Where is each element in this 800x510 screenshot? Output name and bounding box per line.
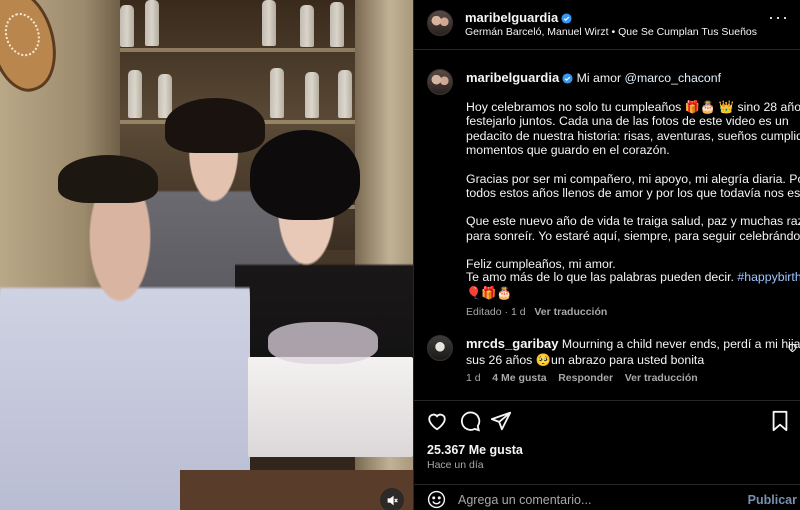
author-username[interactable]: maribelguardia bbox=[465, 10, 558, 25]
comment-line: mrcds_garibay Mourning a child never end… bbox=[466, 336, 800, 352]
share-button[interactable] bbox=[490, 410, 512, 432]
bottle bbox=[338, 70, 352, 118]
comment-line: sus 26 años 🥺un abrazo para usted bonita bbox=[466, 353, 705, 367]
caption-line: momentos que guardo en el corazón. bbox=[466, 142, 670, 157]
separator-dot: · bbox=[504, 306, 509, 318]
author-row: maribelguardia bbox=[465, 9, 572, 27]
caption-mention-link[interactable]: @marco_chaconf bbox=[624, 71, 721, 85]
comments-area: maribelguardia Mi amor @marco_chaconf Ho… bbox=[414, 51, 800, 391]
bottle bbox=[145, 0, 159, 46]
person-hair bbox=[165, 98, 265, 153]
commenter-username[interactable]: mrcds_garibay bbox=[466, 336, 559, 351]
more-options-icon: ··· bbox=[768, 7, 789, 27]
post-side-panel: maribelguardia Germán Barceló, Manuel Wi… bbox=[413, 0, 800, 510]
reply-link[interactable]: Responder bbox=[558, 372, 613, 384]
comment-button[interactable] bbox=[459, 410, 481, 432]
commenter-avatar[interactable] bbox=[427, 335, 453, 361]
comment-likes[interactable]: 4 Me gusta bbox=[492, 372, 546, 384]
bottle bbox=[330, 2, 344, 47]
caption-line: todos estos años llenos de amor y por lo… bbox=[466, 185, 800, 200]
gift-ribbon bbox=[268, 322, 378, 364]
comment-like-icon[interactable] bbox=[787, 342, 798, 353]
likes-count[interactable]: 25.367 Me gusta bbox=[427, 443, 523, 457]
comment-input[interactable] bbox=[458, 493, 738, 507]
caption-line: Te amo más de lo que las palabras pueden… bbox=[466, 270, 734, 284]
caption-author-username[interactable]: maribelguardia bbox=[466, 70, 559, 85]
music-title[interactable]: Que Se Cumplan Tus Sueños bbox=[618, 26, 757, 38]
verified-badge-icon bbox=[562, 73, 573, 84]
publish-button[interactable]: Publicar bbox=[748, 493, 797, 507]
tagged-people[interactable]: Germán Barceló, Manuel Wirzt bbox=[465, 26, 609, 38]
caption-last-line: Te amo más de lo que las palabras pueden… bbox=[466, 269, 800, 285]
mute-icon bbox=[387, 495, 398, 505]
caption-author-avatar[interactable] bbox=[427, 69, 453, 95]
table bbox=[180, 470, 413, 510]
like-button[interactable] bbox=[426, 410, 448, 432]
person-man bbox=[0, 160, 250, 510]
post-header: maribelguardia Germán Barceló, Manuel Wi… bbox=[414, 0, 800, 50]
bottle bbox=[305, 72, 319, 118]
more-options-button[interactable]: ··· bbox=[768, 8, 789, 26]
comment-age: 1 d bbox=[466, 372, 481, 384]
caption-line: para sonreír. Yo estaré aquí, siempre, p… bbox=[466, 228, 800, 243]
separator-dot: • bbox=[611, 26, 616, 38]
shelf-edge bbox=[110, 48, 370, 52]
comment-meta: 1 d 4 Me gusta Responder Ver traducción bbox=[466, 372, 698, 384]
post-time: Hace un día bbox=[427, 459, 484, 471]
author-avatar[interactable] bbox=[427, 10, 453, 36]
bottle bbox=[300, 5, 314, 47]
caption-prefix: Mi amor bbox=[576, 71, 622, 85]
see-translation-link[interactable]: Ver traducción bbox=[534, 306, 607, 318]
bottle bbox=[270, 68, 284, 118]
bottle bbox=[128, 70, 142, 118]
edited-label: Editado bbox=[466, 306, 502, 318]
caption-age: 1 d bbox=[510, 306, 526, 318]
person-hair bbox=[250, 130, 360, 220]
caption-meta: Editado · 1 d Ver traducción bbox=[466, 306, 607, 318]
gift-box bbox=[248, 357, 413, 457]
bottle bbox=[120, 5, 134, 47]
bottle bbox=[262, 0, 276, 46]
post-subline: Germán Barceló, Manuel Wirzt • Que Se Cu… bbox=[465, 26, 757, 38]
comment-text: Mourning a child never ends, perdí a mi … bbox=[561, 337, 800, 351]
save-button[interactable] bbox=[770, 410, 790, 432]
post-media[interactable] bbox=[0, 0, 413, 510]
hashtag-link[interactable]: #happybirthday bbox=[737, 270, 800, 284]
mute-button[interactable] bbox=[380, 488, 404, 510]
comment-see-translation-link[interactable]: Ver traducción bbox=[625, 372, 698, 384]
comment-composer: Publicar bbox=[414, 484, 800, 510]
post-actions bbox=[414, 400, 800, 440]
caption-emoji-line: 🎈🎁🎂 bbox=[466, 286, 512, 300]
caption-header: maribelguardia Mi amor @marco_chaconf bbox=[466, 70, 721, 86]
emoji-button[interactable] bbox=[427, 490, 446, 509]
verified-badge-icon bbox=[561, 13, 572, 24]
person-hair bbox=[58, 155, 158, 203]
